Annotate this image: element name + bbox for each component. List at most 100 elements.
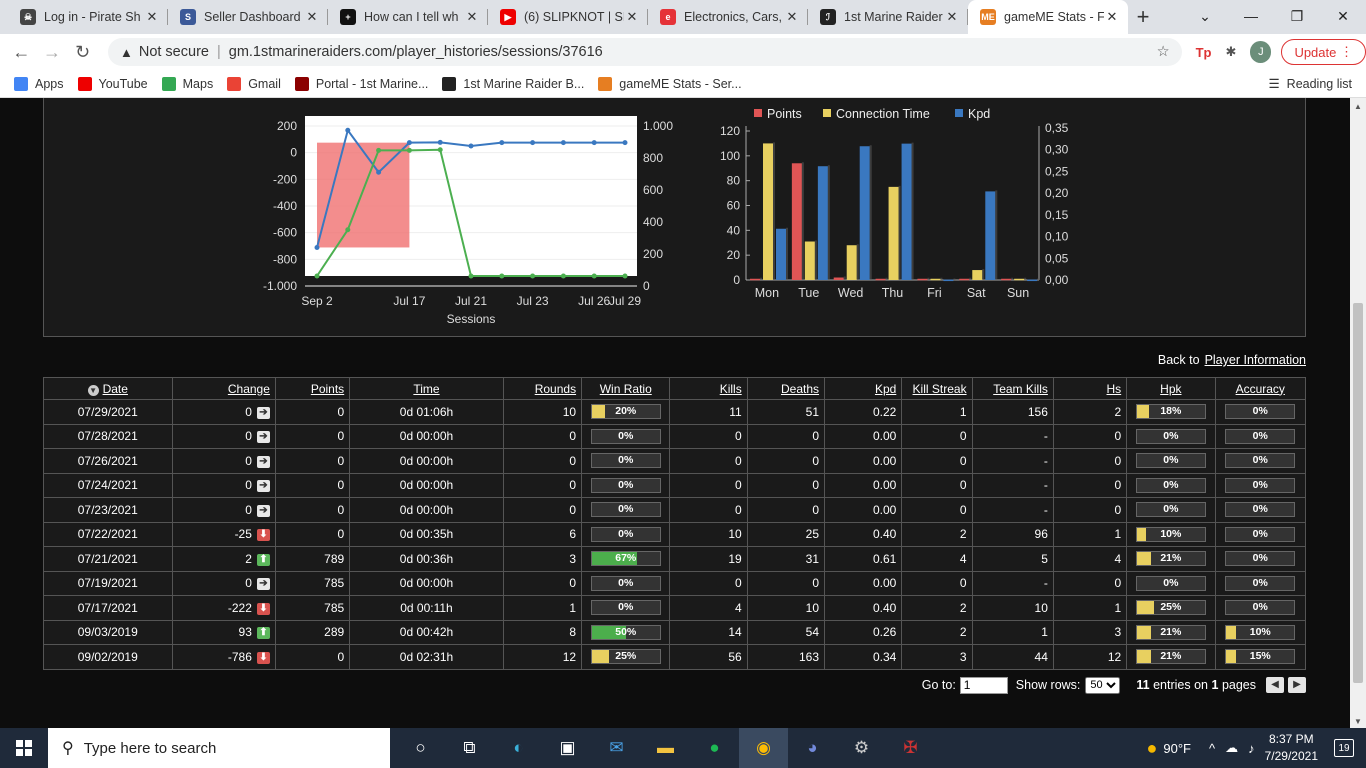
store-icon[interactable]: ▣ (543, 728, 592, 768)
browser-tab[interactable]: ☠ Log in - Pirate Sh ✕ (8, 0, 168, 34)
table-cell: 0 ➔ (171, 570, 276, 596)
puzzle-icon[interactable]: ✱ (1225, 44, 1236, 60)
bookmark-label: Portal - 1st Marine... (315, 76, 429, 91)
browser-tab[interactable]: ℐ 1st Marine Raider ✕ (808, 0, 968, 34)
browser-tab[interactable]: e Electronics, Cars, ✕ (648, 0, 808, 34)
cell-change: 0 (245, 453, 252, 468)
column-header[interactable]: Team Kills (971, 377, 1054, 400)
network-icon[interactable]: ☁ (1225, 740, 1238, 756)
column-header[interactable]: Points (274, 377, 351, 400)
extension-icon[interactable]: Tp (1196, 45, 1212, 60)
volume-icon[interactable]: ♪ (1248, 741, 1255, 756)
scroll-down-icon[interactable]: ▼ (1350, 717, 1366, 726)
bookmark-item[interactable]: gameME Stats - Ser... (598, 76, 742, 91)
column-header[interactable]: Hs (1052, 377, 1128, 400)
page-scrollbar[interactable]: ▲ ▼ (1350, 98, 1366, 728)
bar-kpd (817, 166, 828, 280)
table-cell: 0 (746, 423, 826, 449)
cell-rounds: 12 (562, 649, 577, 664)
scrollbar-thumb[interactable] (1353, 303, 1363, 683)
column-header[interactable]: Kill Streak (901, 377, 973, 400)
rows-select[interactable]: 50 (1085, 676, 1121, 694)
maximize-button[interactable]: ❐ (1274, 0, 1320, 32)
bar-shadow (773, 142, 775, 279)
bar-shadow (911, 142, 914, 279)
minimize-button[interactable]: — (1228, 0, 1274, 32)
table-cell: 0.34 (824, 644, 903, 670)
column-header[interactable]: Accuracy (1214, 377, 1307, 400)
tab-close-icon[interactable]: ✕ (464, 9, 480, 25)
windows-start-icon[interactable] (0, 728, 48, 768)
table-cell: 0 (274, 472, 351, 498)
browser-tab[interactable]: ▶ (6) SLIPKNOT | SP ✕ (488, 0, 648, 34)
column-header[interactable]: Rounds (502, 377, 583, 400)
game-icon[interactable]: ✠ (886, 728, 935, 768)
cortana-icon[interactable]: ○ (396, 728, 445, 768)
goto-input[interactable] (959, 676, 1008, 694)
column-header[interactable]: Kills (669, 377, 748, 400)
cell-kpd: 0.26 (872, 625, 897, 640)
spotify-icon[interactable]: ● (690, 728, 739, 768)
tab-close-icon[interactable]: ✕ (624, 9, 640, 25)
forward-icon[interactable]: → (37, 42, 68, 63)
bookmark-item[interactable]: 1st Marine Raider B... (442, 76, 584, 91)
back-icon[interactable]: ← (6, 42, 37, 63)
close-window-button[interactable]: ✕ (1320, 0, 1366, 32)
edge-icon[interactable]: ◐ (494, 728, 543, 768)
url-field[interactable]: ▲ Not secure | gm.1stmarineraiders.com/p… (107, 38, 1182, 66)
tab-close-icon[interactable]: ✕ (1104, 9, 1120, 25)
mail-icon[interactable]: ✉ (592, 728, 641, 768)
bookmark-item[interactable]: Apps (14, 76, 64, 91)
steam-icon[interactable]: ⚙ (837, 728, 886, 768)
cell-date: 07/28/2021 (77, 429, 138, 444)
new-tab-button[interactable]: + (1128, 0, 1158, 34)
avatar[interactable]: J (1250, 41, 1272, 63)
y-right-tick-label: 400 (643, 215, 663, 229)
bookmark-item[interactable]: Maps (161, 76, 213, 91)
tray-chevron-icon[interactable]: ^ (1209, 741, 1215, 756)
notification-badge[interactable]: 19 (1334, 739, 1354, 757)
update-button[interactable]: Update ⋮ (1281, 39, 1366, 65)
tab-search-icon[interactable]: ⌄ (1182, 0, 1228, 32)
reading-list-button[interactable]: ☰ Reading list (1268, 76, 1352, 92)
discord-icon[interactable]: ◕ (788, 728, 837, 768)
table-cell: 6 (502, 521, 583, 547)
percent-bar: 0% (1135, 502, 1206, 518)
next-page-button[interactable]: ▶ (1288, 677, 1306, 693)
scroll-up-icon[interactable]: ▲ (1350, 102, 1366, 111)
column-header[interactable]: Kpd (824, 377, 903, 400)
browser-tab[interactable]: + How can I tell wh ✕ (328, 0, 488, 34)
column-header[interactable]: Time (349, 377, 504, 400)
table-cell: 0.00 (824, 570, 903, 596)
browser-tab[interactable]: ME gameME Stats - F ✕ (968, 0, 1128, 34)
file-explorer-icon[interactable]: ▬ (641, 728, 690, 768)
tab-close-icon[interactable]: ✕ (944, 9, 960, 25)
bookmark-item[interactable]: YouTube (77, 76, 148, 91)
tab-close-icon[interactable]: ✕ (144, 9, 160, 25)
bookmark-item[interactable]: Portal - 1st Marine... (294, 76, 429, 91)
task-view-icon[interactable]: ⧉ (445, 728, 494, 768)
tab-close-icon[interactable]: ✕ (784, 9, 800, 25)
chrome-icon[interactable]: ◉ (739, 728, 788, 768)
column-header[interactable]: ▼ Date (43, 377, 173, 400)
column-header[interactable]: Change (171, 377, 276, 400)
cell-kills: 14 (728, 625, 742, 640)
change-up-icon: ⬆ (256, 553, 270, 566)
browser-tab[interactable]: S Seller Dashboard ✕ (168, 0, 328, 34)
column-header[interactable]: Hpk (1126, 377, 1216, 400)
bar-shadow (982, 269, 985, 279)
bookmark-item[interactable]: Gmail (227, 76, 281, 91)
table-cell: 0 ➔ (171, 497, 276, 523)
change-flat-icon: ➔ (256, 406, 270, 419)
column-header-label: Win Ratio (599, 381, 652, 396)
tab-close-icon[interactable]: ✕ (304, 9, 320, 25)
clock[interactable]: 8:37 PM 7/29/2021 (1265, 731, 1318, 765)
player-information-link[interactable]: Player Information (1205, 353, 1306, 367)
taskbar-search[interactable]: ⚲ Type here to search (48, 728, 390, 768)
column-header[interactable]: Win Ratio (581, 377, 671, 400)
column-header[interactable]: Deaths (746, 377, 826, 400)
prev-page-button[interactable]: ◀ (1266, 677, 1284, 693)
bookmark-star-icon[interactable]: ☆ (1157, 44, 1170, 60)
reload-icon[interactable]: ↻ (67, 42, 98, 63)
weather-temp[interactable]: 90°F (1163, 741, 1191, 756)
